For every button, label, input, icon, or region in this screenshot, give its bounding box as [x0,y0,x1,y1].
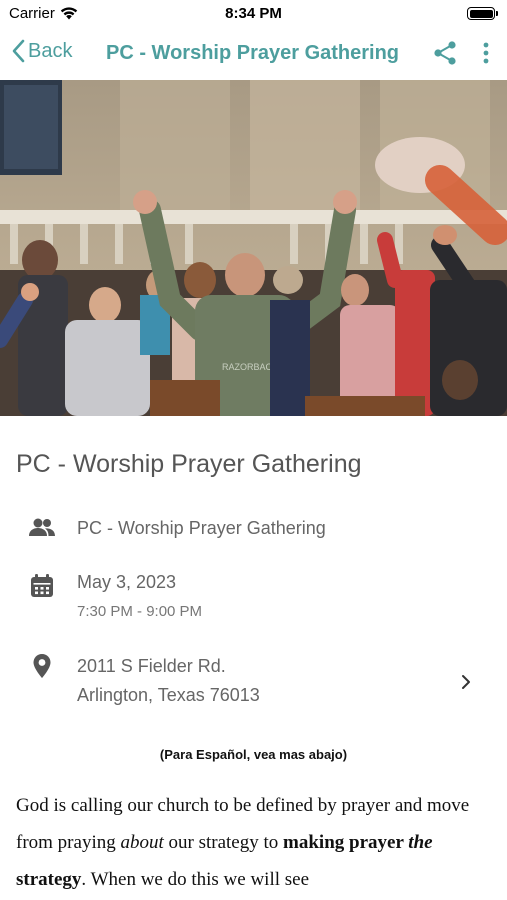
back-button[interactable]: Back [10,38,72,64]
event-group: PC - Worship Prayer Gathering [77,518,326,538]
group-row: PC - Worship Prayer Gathering [0,510,507,546]
chevron-left-icon [12,39,25,63]
desc-making-prayer: making prayer [283,832,409,853]
event-date: May 3, 2023 [77,572,177,592]
event-title: PC - Worship Prayer Gathering [16,450,362,478]
desc-about: about [120,832,164,853]
map-pin-icon [33,654,51,678]
calendar-icon [31,574,53,597]
desc-strategy: strategy [16,869,82,890]
address-row[interactable]: 2011 S Fielder Rd. Arlington, Texas 7601… [0,650,507,714]
people-icon [29,518,55,536]
status-bar: Carrier 8:34 PM [0,0,507,30]
desc-the: the [408,832,433,853]
worship-photo: RAZORBACK [0,80,507,416]
share-icon[interactable] [432,40,458,66]
event-photo: RAZORBACK [0,80,507,416]
spanish-note: (Para Español, vea mas abajo) [159,747,348,762]
nav-title: PC - Worship Prayer Gathering [106,42,400,64]
address-line2: Arlington, Texas 76013 [77,685,260,705]
chevron-right-icon [462,675,470,689]
desc-text-2: our strategy to [163,832,284,853]
date-row: May 3, 2023 7:30 PM - 9:00 PM [0,566,507,630]
status-time: 8:34 PM [225,5,282,22]
battery-icon [467,7,495,20]
address-block: 2011 S Fielder Rd. Arlington, Texas 7601… [77,652,260,710]
svg-text:RAZORBACK: RAZORBACK [222,362,278,372]
event-time: 7:30 PM - 9:00 PM [77,603,203,620]
desc-text-3: . When we do this we will see [81,869,310,890]
battery-tip [496,11,498,16]
navigation-bar: Back PC - Worship Prayer Gathering [0,30,507,78]
event-description: God is calling our church to be defined … [16,787,496,898]
date-block: May 3, 2023 7:30 PM - 9:00 PM [77,568,202,626]
back-label: Back [28,39,73,62]
more-vertical-icon[interactable] [476,40,496,66]
address-line1: 2011 S Fielder Rd. [77,656,226,676]
